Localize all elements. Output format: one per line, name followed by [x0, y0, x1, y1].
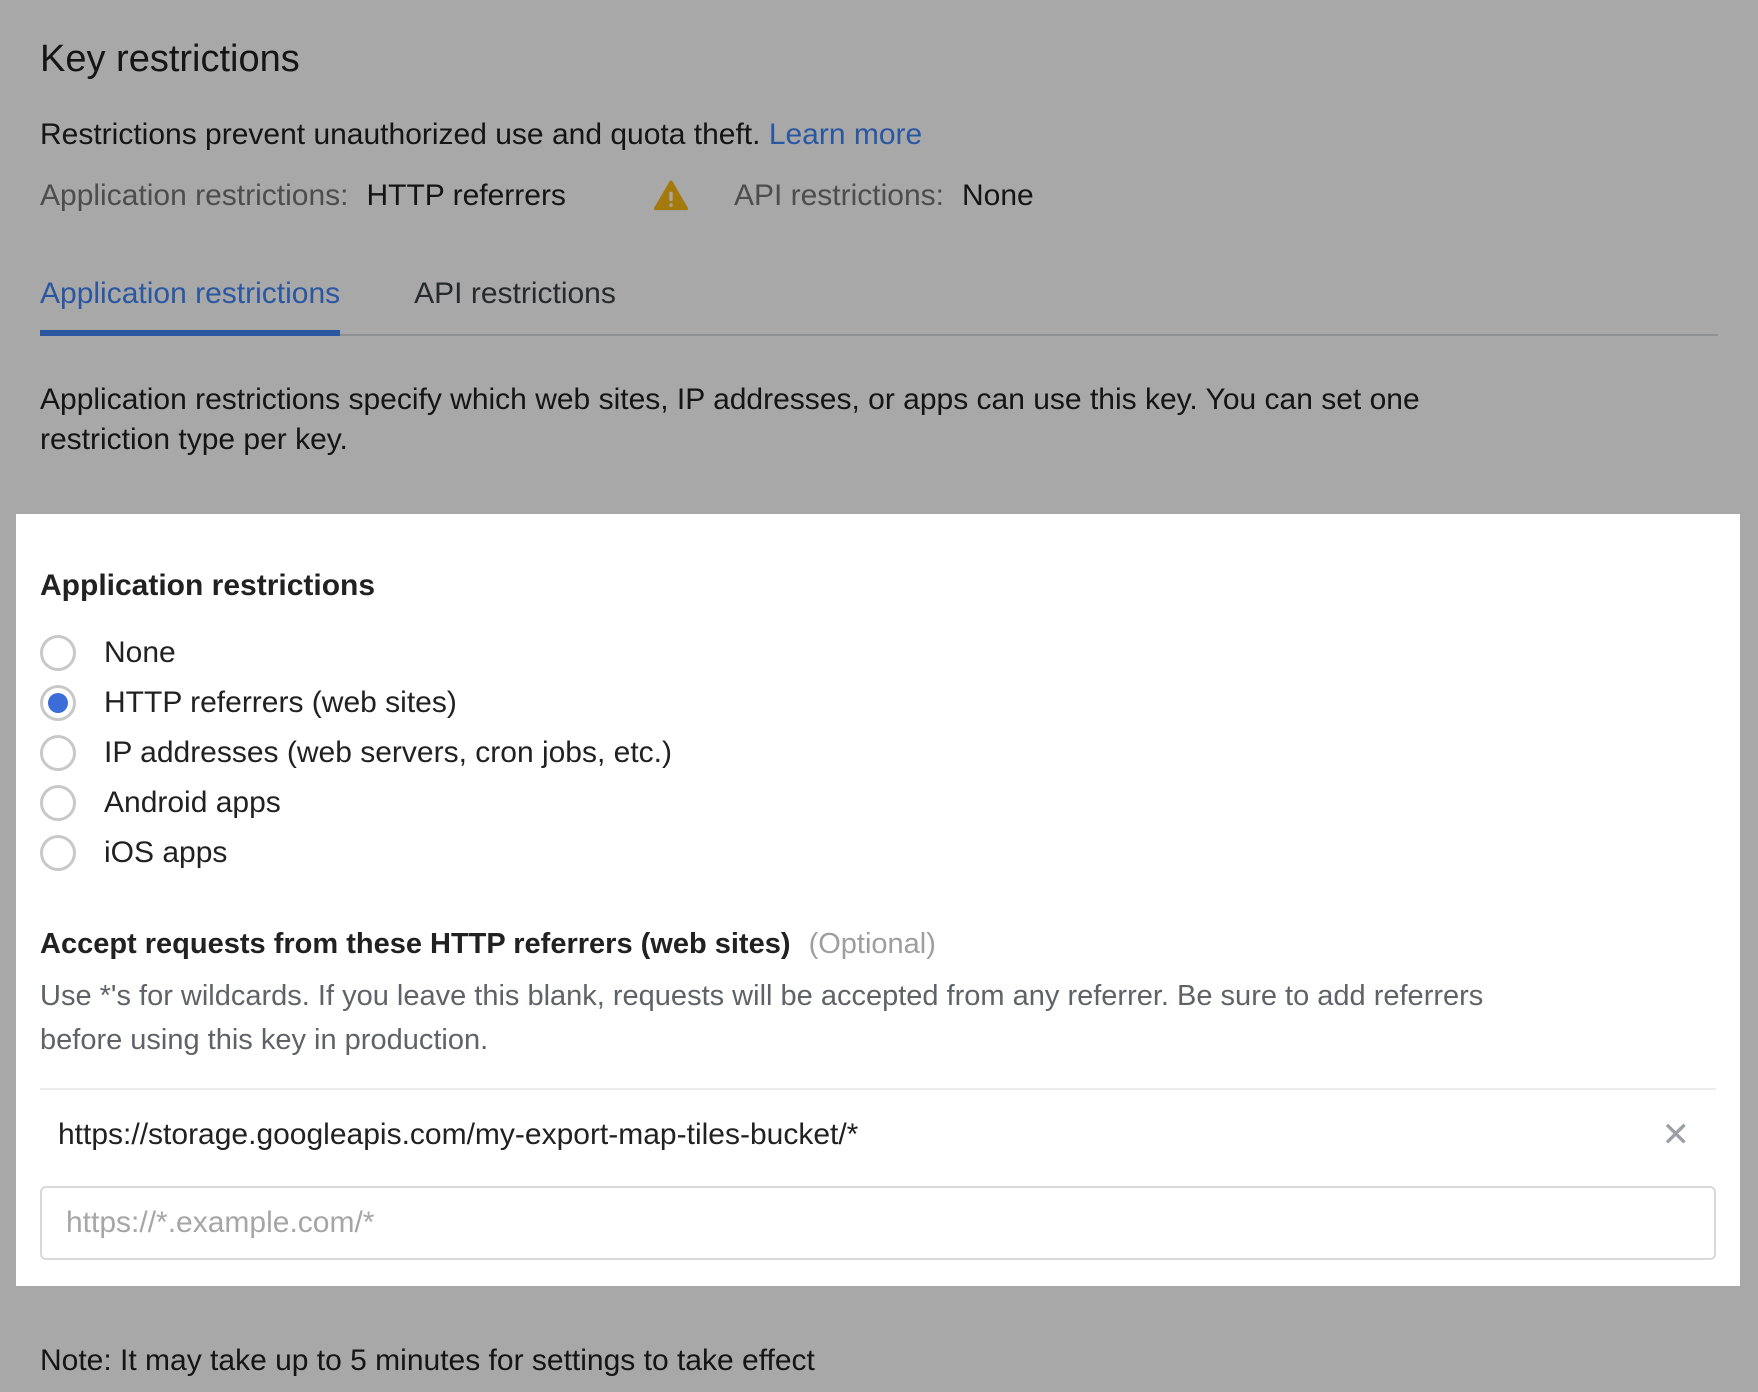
radio-option-ios-apps[interactable]: iOS apps	[40, 828, 1716, 878]
radio-button-icon[interactable]	[40, 635, 76, 671]
radio-option-http-referrers[interactable]: HTTP referrers (web sites)	[40, 678, 1716, 728]
referrer-entry-value[interactable]: https://storage.googleapis.com/my-export…	[58, 1116, 858, 1154]
key-restrictions-footer: Note: It may take up to 5 minutes for se…	[0, 1286, 1758, 1380]
restrictions-tabs: Application restrictions API restriction…	[40, 276, 1718, 336]
tab-api-restrictions[interactable]: API restrictions	[414, 276, 616, 334]
radio-button-selected-icon[interactable]	[40, 685, 76, 721]
radio-button-icon[interactable]	[40, 785, 76, 821]
tab-application-restrictions[interactable]: Application restrictions	[40, 276, 340, 336]
radio-button-icon[interactable]	[40, 735, 76, 771]
page-title: Key restrictions	[40, 36, 1718, 82]
radio-option-none[interactable]: None	[40, 628, 1716, 678]
referrer-entry-row[interactable]: https://storage.googleapis.com/my-export…	[40, 1090, 1716, 1164]
restrictions-subtitle: Restrictions prevent unauthorized use an…	[40, 116, 1718, 154]
optional-hint: (Optional)	[809, 928, 936, 960]
remove-referrer-icon[interactable]: ✕	[1662, 1118, 1691, 1152]
key-restrictions-header: Key restrictions Restrictions prevent un…	[0, 0, 1758, 460]
application-restrictions-panel: Application restrictions None HTTP refer…	[16, 514, 1740, 1286]
restrictions-summary: Application restrictions: HTTP referrers…	[40, 176, 1718, 216]
application-restrictions-label: Application restrictions:	[40, 179, 348, 213]
radio-button-icon[interactable]	[40, 835, 76, 871]
warning-icon	[652, 178, 690, 214]
referrer-section-description: Use *'s for wildcards. If you leave this…	[40, 974, 1540, 1062]
key-restrictions-page: Key restrictions Restrictions prevent un…	[0, 0, 1758, 1392]
learn-more-link[interactable]: Learn more	[769, 118, 922, 151]
application-restrictions-value: HTTP referrers	[366, 179, 565, 213]
tab-description: Application restrictions specify which w…	[40, 380, 1530, 460]
subtitle-text: Restrictions prevent unauthorized use an…	[40, 118, 760, 151]
panel-heading: Application restrictions	[40, 568, 1716, 604]
radio-option-android-apps[interactable]: Android apps	[40, 778, 1716, 828]
new-referrer-input[interactable]	[40, 1186, 1716, 1260]
radio-option-ip-addresses[interactable]: IP addresses (web servers, cron jobs, et…	[40, 728, 1716, 778]
api-restrictions-label: API restrictions:	[734, 179, 944, 213]
api-restrictions-value: None	[962, 179, 1034, 213]
settings-note: Note: It may take up to 5 minutes for se…	[40, 1342, 1718, 1380]
referrer-section-label: Accept requests from these HTTP referrer…	[40, 926, 1716, 962]
application-restriction-options: None HTTP referrers (web sites) IP addre…	[40, 628, 1716, 878]
